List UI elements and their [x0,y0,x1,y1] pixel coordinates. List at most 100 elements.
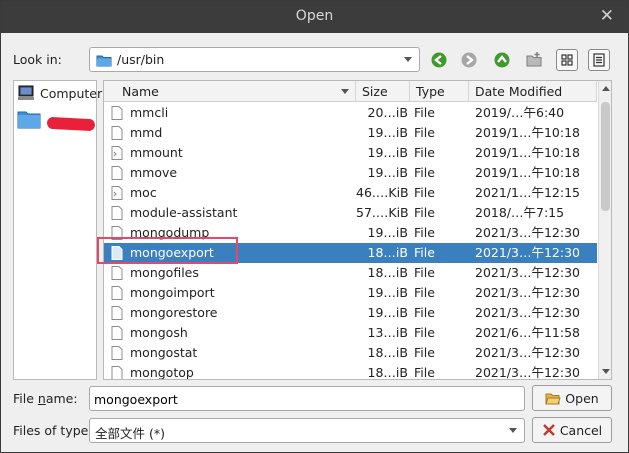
table-row[interactable]: mongostat 18…iB File 2021/3…午12:30 [104,343,597,363]
table-row[interactable]: mmove 19…iB File 2019/1…午10:18 [104,163,597,183]
column-header-size[interactable]: Size [356,81,410,102]
file-size-cell: 18…iB [367,245,408,260]
back-arrow-icon [431,52,447,68]
table-row[interactable]: moc 46.…KiB File 2021/1…午12:15 [104,183,597,203]
cancel-button-label: Cancel [559,422,603,438]
table-row[interactable]: mongosh 13…iB File 2021/6…午11:58 [104,323,597,343]
close-icon[interactable]: ✕ [600,6,614,26]
file-icon [111,326,123,340]
file-name-cell: mongoimport [130,285,215,300]
open-button[interactable]: Open [532,385,612,411]
table-row[interactable]: mongofiles 18…iB File 2021/3…午12:30 [104,263,597,283]
file-icon [111,206,123,220]
files-of-type-combo[interactable]: 全部文件 (*) [89,418,525,443]
table-row[interactable]: module-assistant 57.…KiB File 2018/…午7:15 [104,203,597,223]
chevron-down-icon [509,428,517,433]
file-size-cell: 18…iB [367,345,408,360]
file-size-cell: 46.…KiB [356,185,408,200]
look-in-path: /usr/bin [117,52,165,67]
new-folder-button[interactable] [523,49,545,71]
file-name-cell: mongorestore [130,305,218,320]
file-date-cell: 2021/3…午12:30 [475,345,580,360]
forward-button[interactable] [458,49,480,71]
back-button[interactable] [428,49,450,71]
file-date-cell: 2021/3…午12:30 [475,305,580,320]
file-type-cell: File [414,225,435,240]
file-name-field[interactable] [89,386,525,411]
file-type-cell: File [414,365,435,380]
look-in-combo[interactable]: /usr/bin [89,47,420,72]
file-date-cell: 2021/3…午12:30 [475,265,580,280]
vertical-scrollbar[interactable] [598,81,611,379]
file-type-cell: File [414,285,435,300]
new-folder-icon [526,52,542,67]
file-icon [111,306,123,320]
table-row[interactable]: mongoimport 19…iB File 2021/3…午12:30 [104,283,597,303]
highlight-annotation [97,237,238,264]
file-type-cell: File [414,185,435,200]
open-button-label: Open [565,390,599,406]
cancel-button[interactable]: Cancel [532,417,612,443]
table-row[interactable]: mmcli 20…iB File 2019/…午6:40 [104,103,597,123]
file-date-cell: 2019/…午6:40 [475,105,565,120]
file-date-cell: 2019/1…午10:18 [475,125,580,140]
chevron-down-icon [404,57,412,62]
computer-icon [18,85,34,100]
table-row[interactable]: mmount 19…iB File 2019/1…午10:18 [104,143,597,163]
scroll-up-icon[interactable] [602,86,610,91]
file-size-cell: 18…iB [367,265,408,280]
scroll-down-icon[interactable] [602,369,610,374]
list-view-button[interactable] [556,49,578,71]
file-date-cell: 2019/1…午10:18 [475,165,580,180]
column-header-name[interactable]: Name [116,81,356,102]
file-size-cell: 19…iB [367,165,408,180]
file-icon [111,126,123,140]
forward-arrow-icon [461,52,477,68]
files-of-type-value: 全部文件 (*) [95,426,165,441]
cancel-icon [542,424,555,436]
file-name-cell: mongofiles [130,265,199,280]
file-type-cell: File [414,265,435,280]
look-in-label: Look in: [13,52,62,67]
file-size-cell: 19…iB [367,305,408,320]
file-name-cell: mmount [130,145,183,160]
file-date-cell: 2021/6…午11:58 [475,325,580,340]
file-date-cell: 2021/1…午12:15 [475,185,580,200]
column-header-date-modified[interactable]: Date Modified [469,81,597,102]
list-header: Name Size Type Date Modified [104,81,597,102]
file-date-cell: 2021/3…午12:30 [475,285,580,300]
table-row[interactable]: mongorestore 19…iB File 2021/3…午12:30 [104,303,597,323]
file-icon [111,106,123,120]
file-type-cell: File [414,145,435,160]
up-button[interactable] [491,49,513,71]
file-name-cell: mmove [130,165,178,180]
window-title: Open [295,8,334,24]
column-header-type[interactable]: Type [410,81,469,102]
detail-view-button[interactable] [588,49,610,71]
file-name-input[interactable] [94,390,514,408]
script-file-icon [111,146,123,160]
file-icon [111,166,123,180]
scrollbar-thumb[interactable] [601,102,610,211]
file-size-cell: 57.…KiB [356,205,408,220]
folder-icon [17,111,41,129]
sidebar-item-computer[interactable]: Computer [17,83,102,103]
file-icon [111,286,123,300]
file-name-cell: mongostat [130,345,198,360]
file-name-cell: mongosh [130,325,188,340]
title-bar: Open ✕ [1,1,628,33]
file-size-cell: 19…iB [367,225,408,240]
script-file-icon [111,186,123,200]
file-name-cell: module-assistant [130,205,238,220]
file-type-cell: File [414,205,435,220]
file-date-cell: 2019/1…午10:18 [475,145,580,160]
file-type-cell: File [414,345,435,360]
sidebar-item-folder[interactable] [17,109,46,129]
sort-descending-icon [341,89,349,94]
table-row[interactable]: mmd 19…iB File 2019/1…午10:18 [104,123,597,143]
file-name-cell: mmd [130,125,163,140]
file-type-cell: File [414,325,435,340]
list-view-icon [561,54,573,66]
table-row[interactable]: mongotop 18…iB File 2021/3…午12:30 [104,363,597,380]
sidebar-item-label: Computer [40,85,103,101]
